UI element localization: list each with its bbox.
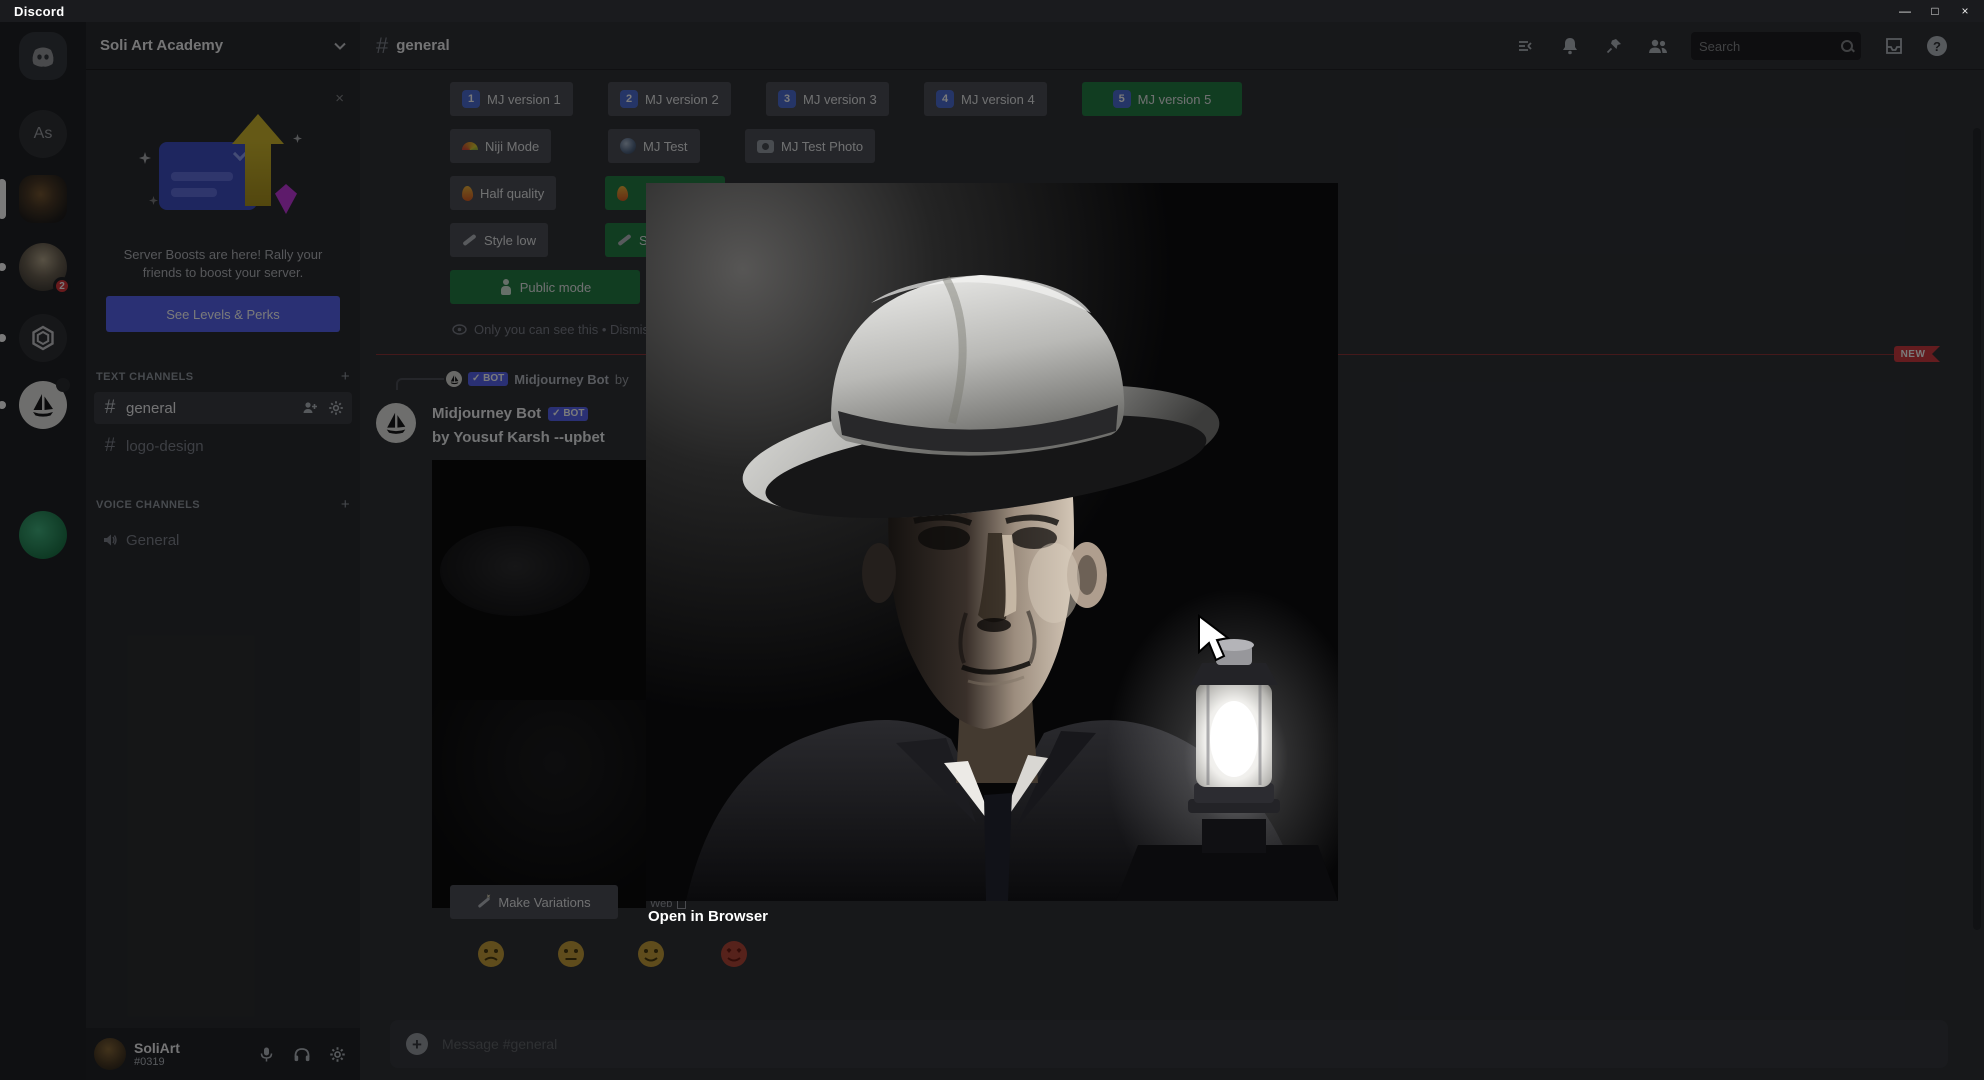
minimize-button[interactable]: — [1890,0,1920,22]
app-title: Discord [14,3,65,19]
mouse-cursor [1198,614,1231,662]
maximize-button[interactable]: □ [1920,0,1950,22]
close-button[interactable]: × [1950,0,1980,22]
discord-window: Discord — □ × As [0,0,1984,1080]
open-in-browser-link[interactable]: Open in Browser [648,908,768,925]
window-controls: — □ × [1890,0,1980,22]
titlebar: Discord — □ × [0,0,1984,22]
lightbox-image-portrait[interactable] [646,183,1338,901]
